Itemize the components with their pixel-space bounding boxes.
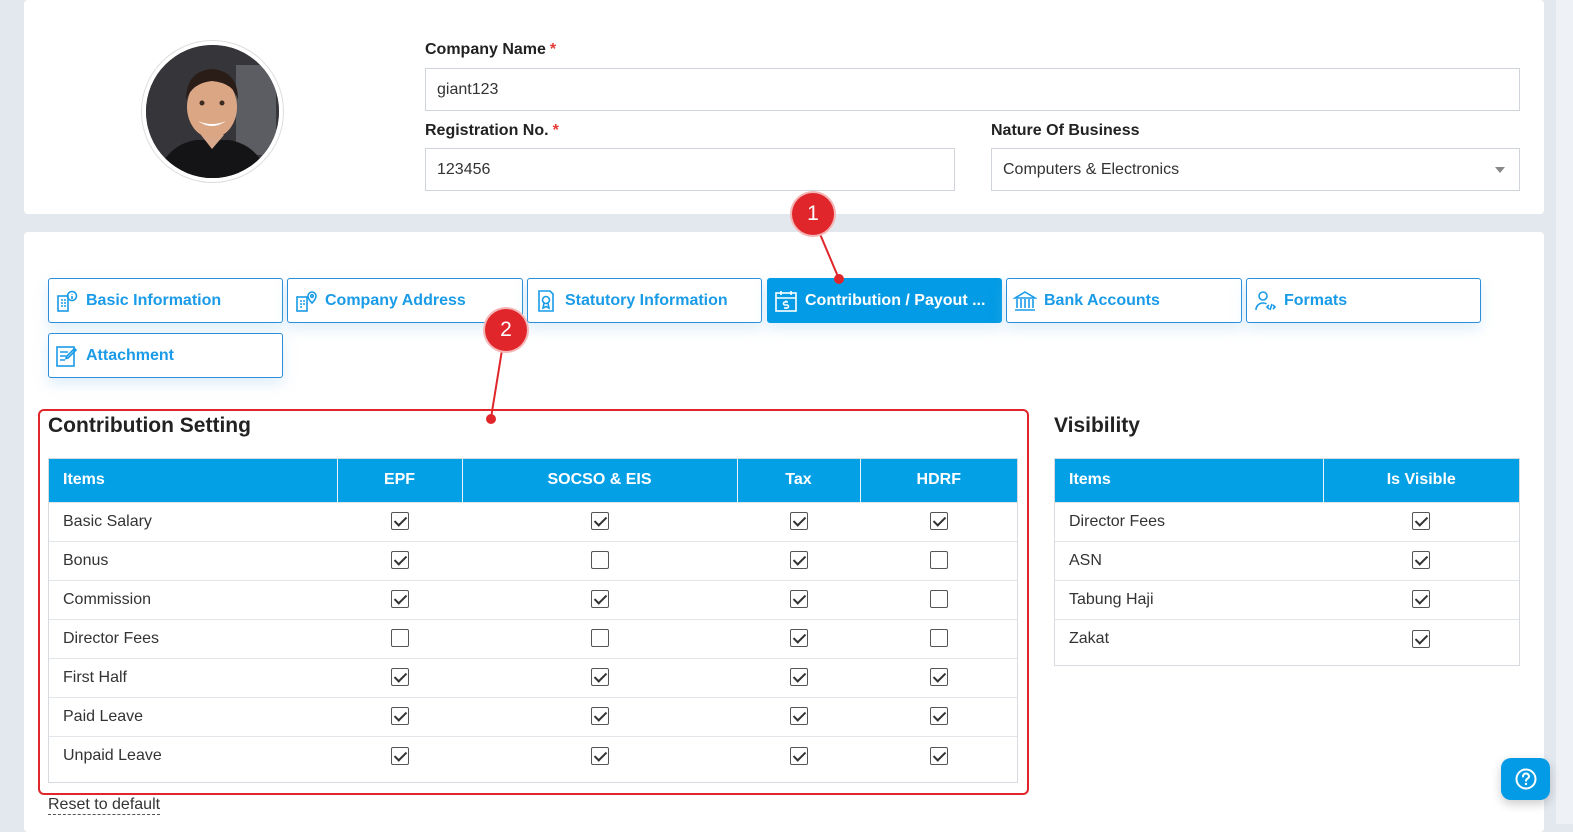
annotation-leader-lines: [490, 233, 840, 419]
question-circle-icon: [1515, 768, 1536, 790]
annotation-dot: [834, 274, 844, 284]
help-button[interactable]: [1501, 758, 1550, 800]
annotation-dot: [486, 414, 496, 424]
annotation-badge-1: 1: [792, 193, 834, 235]
annotation-badge-2: 2: [485, 309, 527, 351]
